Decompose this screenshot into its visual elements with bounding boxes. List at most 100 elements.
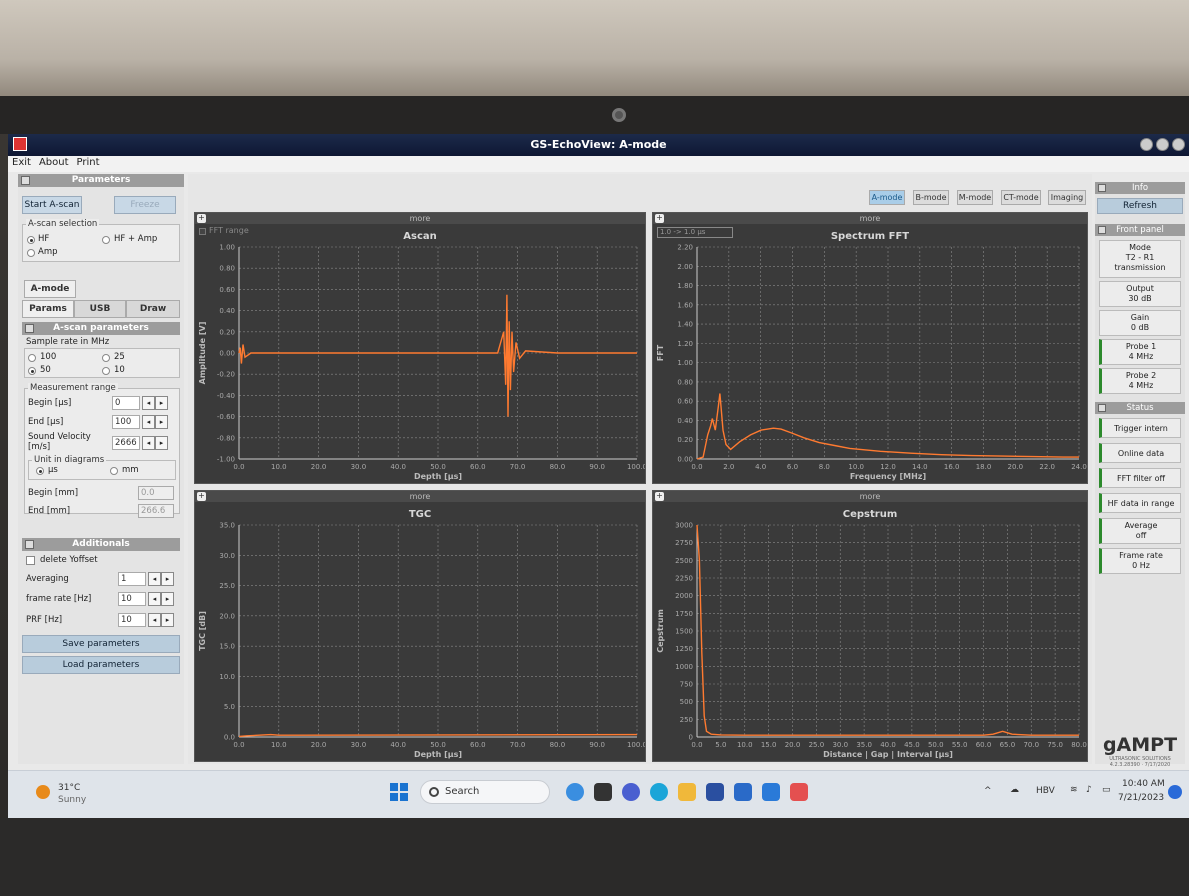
title-bar: GS-EchoView: A-mode (8, 134, 1189, 156)
ascan-plot[interactable]: + more FFT range Ascan 0.0 10.0 20.0 30.0 40.0… (194, 212, 646, 484)
stepper-left-icon[interactable]: ◂ (142, 436, 155, 450)
prf-input[interactable]: 10 (118, 613, 146, 627)
cloud-icon[interactable]: ☁ (1010, 785, 1019, 795)
end-us-stepper[interactable]: ◂ ▸ (142, 415, 168, 429)
clock-date[interactable]: 7/21/2023 (1118, 793, 1164, 803)
y-tick-label: 15.0 (219, 643, 235, 651)
radio-sr-100[interactable] (28, 354, 36, 362)
stepper-right-icon[interactable]: ▸ (155, 396, 168, 410)
weather-temp[interactable]: 31°C (58, 783, 80, 793)
maximize-icon[interactable] (1156, 138, 1169, 151)
chevron-up-icon[interactable]: ^ (984, 786, 992, 796)
stepper-left-icon[interactable]: ◂ (148, 592, 161, 606)
sound-velocity-stepper[interactable]: ◂ ▸ (142, 436, 168, 450)
sr-25-label: 25 (114, 352, 125, 362)
radio-unit-us[interactable] (36, 467, 44, 475)
collapse-icon[interactable] (1098, 226, 1106, 234)
sound-velocity-input[interactable]: 2666 (112, 436, 140, 450)
menu-exit[interactable]: Exit (8, 156, 35, 169)
averaging-input[interactable]: 1 (118, 572, 146, 586)
menu-about[interactable]: About (35, 156, 73, 169)
stepper-right-icon[interactable]: ▸ (155, 415, 168, 429)
end-us-input[interactable]: 100 (112, 415, 140, 429)
load-parameters-button[interactable]: Load parameters (22, 656, 180, 674)
file-explorer-icon[interactable] (678, 783, 696, 801)
taskbar: 31°C Sunny Search ^ ☁ HBV ≋ ♪ ▭ 10:40 AM… (8, 770, 1189, 818)
prf-stepper[interactable]: ◂ ▸ (148, 613, 174, 627)
x-tick-label: 35.0 (856, 741, 872, 749)
wifi-icon[interactable]: ≋ (1070, 785, 1078, 795)
collapse-icon[interactable] (21, 176, 30, 185)
stepper-left-icon[interactable]: ◂ (142, 396, 155, 410)
stepper-left-icon[interactable]: ◂ (148, 613, 161, 627)
x-tick-label: 70.0 (1023, 741, 1039, 749)
mode-button-m[interactable]: M-mode (957, 190, 993, 205)
store-icon[interactable] (706, 783, 724, 801)
collapse-icon[interactable] (25, 324, 34, 333)
radio-unit-mm[interactable] (110, 467, 118, 475)
tab-usb[interactable]: USB (74, 300, 126, 318)
frame-rate-value: 0 Hz (1132, 561, 1150, 570)
clock-time[interactable]: 10:40 AM (1122, 779, 1165, 789)
collapse-icon[interactable] (1098, 404, 1106, 412)
freeze-button[interactable]: Freeze (114, 196, 176, 214)
refresh-button[interactable]: Refresh (1097, 198, 1183, 214)
minimize-icon[interactable] (1140, 138, 1153, 151)
delete-yoffset-checkbox[interactable] (26, 556, 35, 565)
l-app-icon[interactable] (762, 783, 780, 801)
language-indicator[interactable]: HBV (1036, 786, 1055, 796)
chat-icon[interactable] (622, 783, 640, 801)
cepstrum-plot[interactable]: + more Cepstrum 0.0 5.0 10.0 15.0 20.0 25.0 30.0… (652, 490, 1088, 762)
stepper-left-icon[interactable]: ◂ (142, 415, 155, 429)
x-tick-label: 24.0 (1071, 463, 1087, 471)
tab-params[interactable]: Params (22, 300, 74, 318)
x-tick-label: 70.0 (510, 463, 526, 471)
begin-us-stepper[interactable]: ◂ ▸ (142, 396, 168, 410)
radio-hf[interactable] (27, 236, 35, 244)
mode-button-a[interactable]: A-mode (869, 190, 905, 205)
echoview-app-icon[interactable] (790, 783, 808, 801)
bing-icon[interactable] (566, 783, 584, 801)
stepper-left-icon[interactable]: ◂ (148, 572, 161, 586)
menu-print[interactable]: Print (73, 156, 104, 169)
frame-rate-stepper[interactable]: ◂ ▸ (148, 592, 174, 606)
taskbar-search[interactable]: Search (420, 780, 550, 804)
stepper-right-icon[interactable]: ▸ (161, 572, 174, 586)
radio-sr-10[interactable] (102, 367, 110, 375)
averaging-stepper[interactable]: ◂ ▸ (148, 572, 174, 586)
edge-icon[interactable] (650, 783, 668, 801)
stepper-right-icon[interactable]: ▸ (155, 436, 168, 450)
stepper-right-icon[interactable]: ▸ (161, 613, 174, 627)
radio-hf-amp[interactable] (102, 236, 110, 244)
mode-button-b[interactable]: B-mode (913, 190, 949, 205)
radio-amp-label: Amp (38, 247, 58, 257)
volume-icon[interactable]: ♪ (1086, 785, 1092, 795)
mail-icon[interactable] (734, 783, 752, 801)
radio-sr-25[interactable] (102, 354, 110, 362)
mode-button-ct[interactable]: CT-mode (1001, 190, 1041, 205)
radio-sr-50[interactable] (28, 367, 36, 375)
notification-icon[interactable] (1168, 785, 1182, 799)
close-icon[interactable] (1172, 138, 1185, 151)
y-axis-label: Amplitude [V] (198, 322, 207, 385)
mode-tab[interactable]: A-mode (24, 280, 76, 298)
tab-draw[interactable]: Draw (126, 300, 180, 318)
widgets-icon[interactable] (594, 783, 612, 801)
save-parameters-button[interactable]: Save parameters (22, 635, 180, 653)
collapse-icon[interactable] (1098, 184, 1106, 192)
sun-icon[interactable] (36, 785, 50, 799)
gain-value: 0 dB (1130, 323, 1150, 332)
start-ascan-button[interactable]: Start A-scan (22, 196, 82, 214)
fft-plot[interactable]: + more 1.0 -> 1.0 µs Spectrum FFT 0.0 2.0 4.… (652, 212, 1088, 484)
collapse-icon[interactable] (25, 540, 34, 549)
radio-amp[interactable] (27, 249, 35, 257)
begin-us-input[interactable]: 0 (112, 396, 140, 410)
frame-rate-input[interactable]: 10 (118, 592, 146, 606)
stepper-right-icon[interactable]: ▸ (161, 592, 174, 606)
tgc-plot[interactable]: + more TGC 0.0 10.0 20.0 30.0 40.0 50.0 60.0 70.0… (194, 490, 646, 762)
weather-desc[interactable]: Sunny (58, 795, 86, 805)
x-tick-label: 25.0 (809, 741, 825, 749)
battery-icon[interactable]: ▭ (1102, 785, 1111, 795)
mode-button-imaging[interactable]: Imaging (1048, 190, 1086, 205)
windows-start-icon[interactable] (390, 783, 408, 801)
